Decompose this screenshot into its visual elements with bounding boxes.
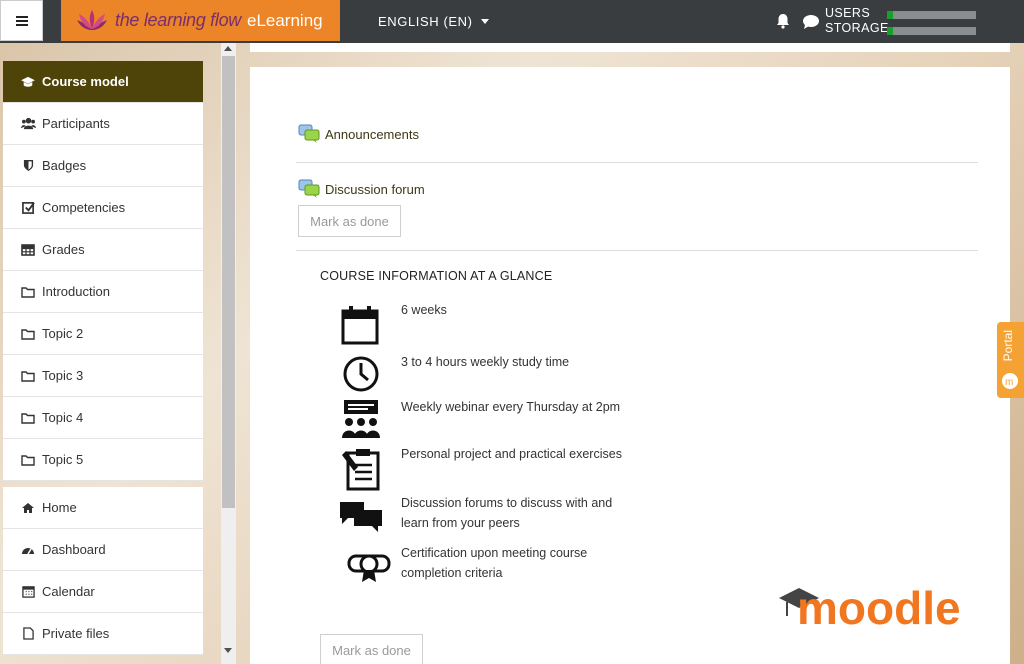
dashboard-icon xyxy=(20,543,36,557)
certificate-icon xyxy=(347,554,391,582)
previous-section-card xyxy=(250,43,1010,52)
folder-icon xyxy=(20,369,36,383)
sidebar-item-label: Topic 2 xyxy=(42,326,84,341)
sidebar-item-label: Grades xyxy=(42,242,85,257)
usage-storage-label: STORAGE xyxy=(825,21,889,35)
sidebar-item-label: Badges xyxy=(42,158,87,173)
shield-icon xyxy=(20,159,36,173)
folder-icon xyxy=(20,285,36,299)
scroll-up-arrow-icon[interactable] xyxy=(224,46,232,51)
sidebar-item-label: Private files xyxy=(42,626,110,641)
sidebar-item-home[interactable]: Home xyxy=(3,487,203,529)
forum-icon xyxy=(298,179,320,198)
sidebar-item-private-files[interactable]: Private files xyxy=(3,613,203,655)
sidebar-item-topic-2[interactable]: Topic 2 xyxy=(3,313,203,355)
clock-icon xyxy=(343,356,379,392)
chat-icon[interactable] xyxy=(802,14,820,30)
chat-bubbles-icon xyxy=(340,502,382,532)
webinar-icon xyxy=(342,400,380,438)
usage-users-label: USERS xyxy=(825,6,871,20)
sidebar-item-course-model[interactable]: Course model xyxy=(3,61,203,103)
calendar-icon xyxy=(341,306,379,345)
portal-tab[interactable]: Portal m xyxy=(997,322,1024,398)
users-icon xyxy=(20,117,36,131)
site-nav-group: Home Dashboard Calendar Private files xyxy=(3,487,203,655)
drawer-scrollbar-thumb[interactable] xyxy=(222,56,235,508)
activity-separator xyxy=(296,250,978,251)
folder-icon xyxy=(20,453,36,467)
activity-link[interactable]: Announcements xyxy=(325,127,419,142)
sidebar-item-topic-4[interactable]: Topic 4 xyxy=(3,397,203,439)
moodle-logo: moodle xyxy=(779,582,961,628)
sidebar-item-badges[interactable]: Badges xyxy=(3,145,203,187)
users-usage-fill xyxy=(887,11,893,19)
sidebar-item-label: Topic 4 xyxy=(42,410,84,425)
usage-labels: USERS STORAGE xyxy=(825,6,889,36)
scroll-down-arrow-icon[interactable] xyxy=(224,648,232,653)
language-menu[interactable]: ENGLISH (EN) xyxy=(378,14,489,29)
storage-usage-bar xyxy=(887,27,976,35)
sidebar-item-grades[interactable]: Grades xyxy=(3,229,203,271)
brand-product: eLearning xyxy=(246,10,323,30)
storage-usage-fill xyxy=(887,27,893,35)
sidebar-item-label: Course model xyxy=(42,74,129,89)
folder-icon xyxy=(20,327,36,341)
info-project: Personal project and practical exercises xyxy=(401,447,622,461)
info-duration: 6 weeks xyxy=(401,303,447,317)
mark-as-done-button[interactable]: Mark as done xyxy=(298,205,401,237)
sidebar-item-label: Home xyxy=(42,500,77,515)
info-forums: Discussion forums to discuss with and le… xyxy=(401,496,613,530)
brand-logo[interactable]: the learning flow eLearning xyxy=(61,0,340,41)
table-icon xyxy=(20,243,36,257)
sidebar-item-competencies[interactable]: Competencies xyxy=(3,187,203,229)
language-label: ENGLISH (EN) xyxy=(378,14,473,29)
menu-toggle-button[interactable] xyxy=(0,0,43,41)
clipboard-icon xyxy=(342,449,380,491)
file-icon xyxy=(20,627,36,641)
sidebar-item-label: Calendar xyxy=(42,584,95,599)
sidebar-item-label: Topic 5 xyxy=(42,452,84,467)
sidebar-item-calendar[interactable]: Calendar xyxy=(3,571,203,613)
top-navbar: the learning flow eLearning ENGLISH (EN)… xyxy=(0,0,1024,43)
activity-discussion-forum[interactable]: Discussion forum xyxy=(298,179,425,199)
sidebar-item-label: Introduction xyxy=(42,284,110,299)
home-icon xyxy=(20,501,36,515)
brand-name: the learning flow xyxy=(115,10,241,30)
sidebar-item-dashboard[interactable]: Dashboard xyxy=(3,529,203,571)
activity-announcements[interactable]: Announcements xyxy=(298,124,419,144)
course-nav-group: Course model Participants Badges Competenci… xyxy=(3,61,203,481)
portal-label: Portal xyxy=(1001,330,1015,362)
svg-text:m: m xyxy=(1005,377,1013,388)
check-square-icon xyxy=(20,201,36,215)
sidebar-item-label: Topic 3 xyxy=(42,368,84,383)
forum-icon xyxy=(298,124,320,143)
info-certification: Certification upon meeting course comple… xyxy=(401,546,588,580)
info-study-time: 3 to 4 hours weekly study time xyxy=(401,355,570,369)
graduation-cap-icon xyxy=(20,75,36,89)
hamburger-icon xyxy=(15,15,28,26)
activity-separator xyxy=(296,162,978,163)
info-webinar: Weekly webinar every Thursday at 2pm xyxy=(401,400,621,414)
folder-icon xyxy=(20,411,36,425)
moodle-wordmark: moodle xyxy=(797,582,961,628)
sidebar-item-topic-5[interactable]: Topic 5 xyxy=(3,439,203,481)
calendar-icon xyxy=(20,585,36,599)
sidebar-item-label: Dashboard xyxy=(42,542,106,557)
bell-icon[interactable] xyxy=(775,13,791,29)
sidebar-item-label: Participants xyxy=(42,116,110,131)
portal-cloud-icon: m xyxy=(1002,373,1018,389)
mark-as-done-button[interactable]: Mark as done xyxy=(320,634,423,664)
lotus-logo-icon xyxy=(77,9,107,30)
sidebar-item-label: Competencies xyxy=(42,200,126,215)
sidebar-item-topic-3[interactable]: Topic 3 xyxy=(3,355,203,397)
caret-down-icon xyxy=(480,19,489,24)
sidebar-item-introduction[interactable]: Introduction xyxy=(3,271,203,313)
activity-link[interactable]: Discussion forum xyxy=(325,182,425,197)
sidebar-item-participants[interactable]: Participants xyxy=(3,103,203,145)
glance-heading: COURSE INFORMATION AT A GLANCE xyxy=(320,269,553,283)
nav-drawer: Course model Participants Badges Competenci… xyxy=(0,43,221,664)
users-usage-bar xyxy=(887,11,976,19)
